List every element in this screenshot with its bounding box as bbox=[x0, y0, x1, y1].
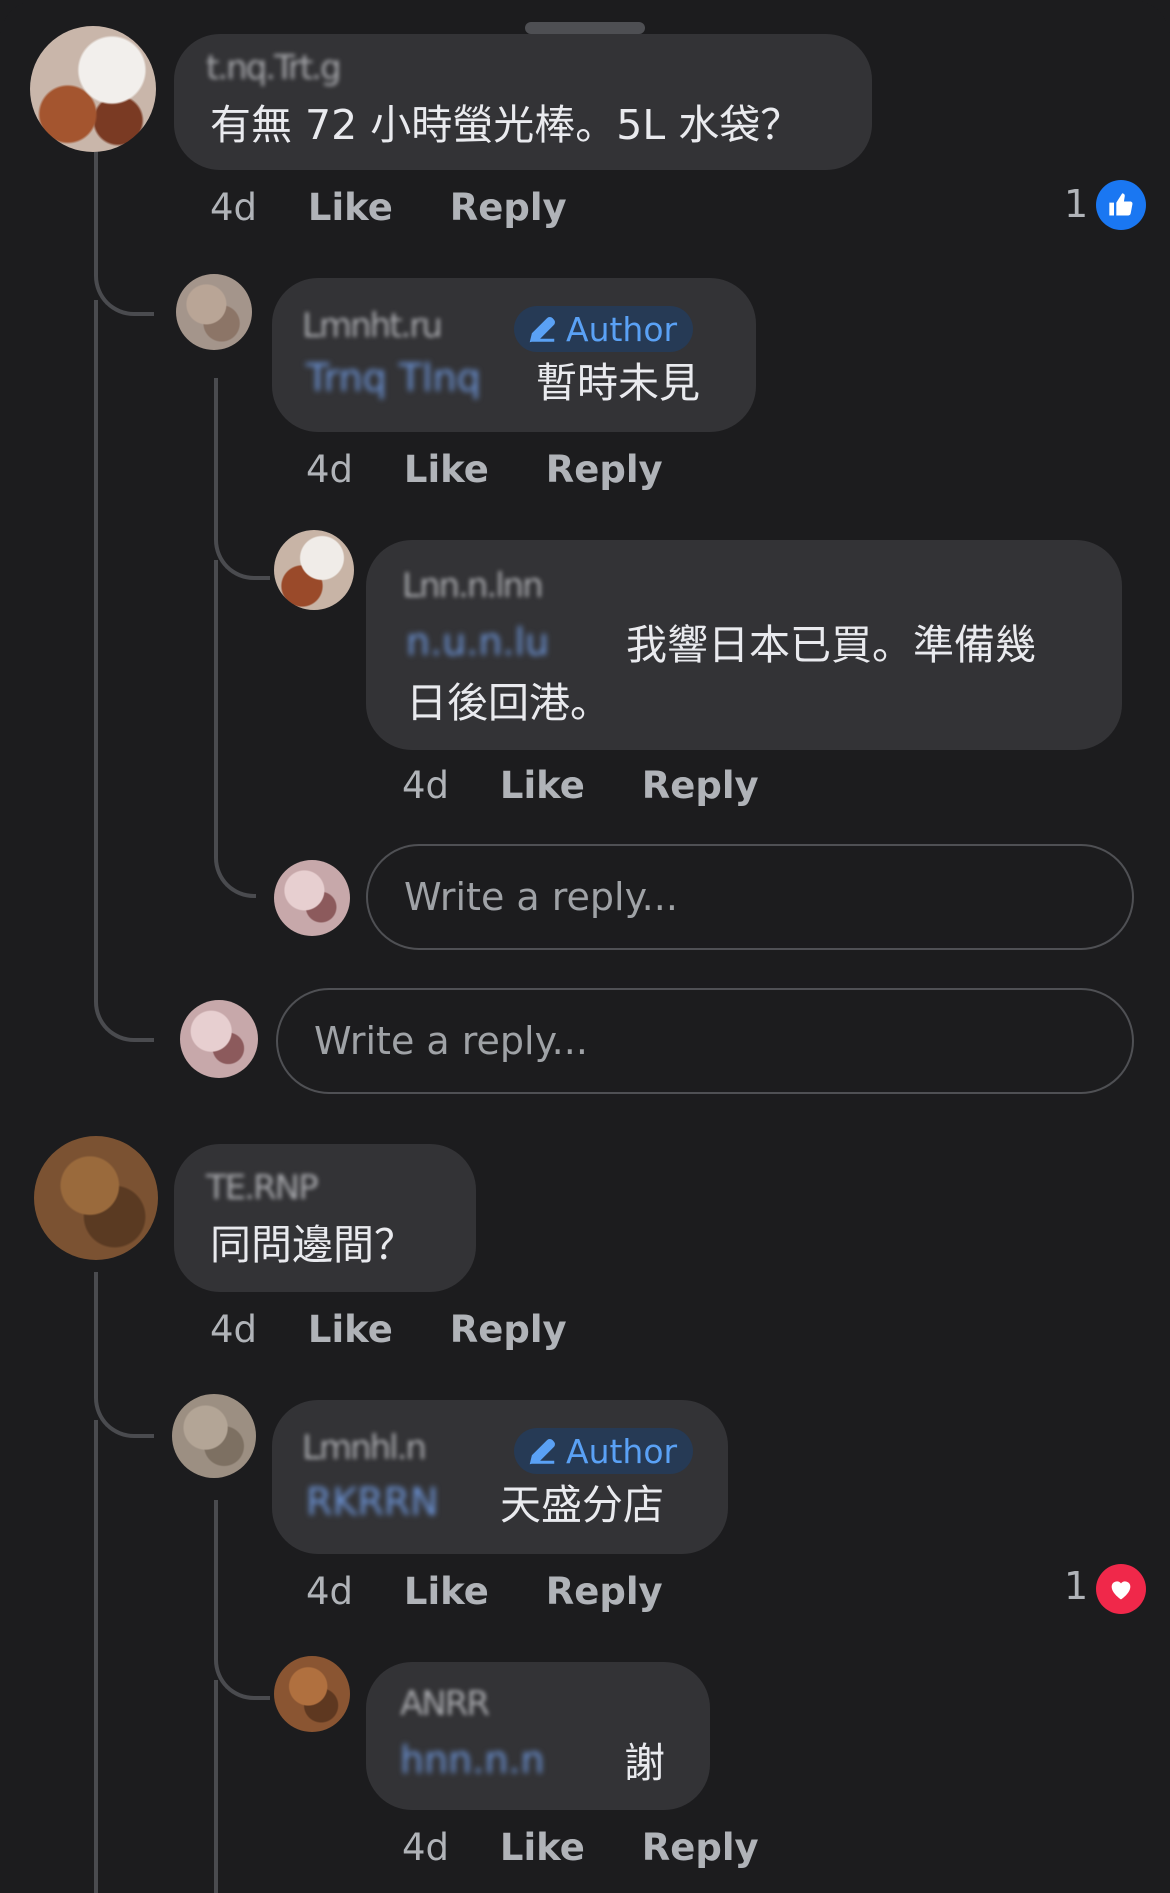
reply-input[interactable]: Write a reply... bbox=[366, 844, 1134, 950]
reply-button[interactable]: Reply bbox=[642, 1826, 759, 1869]
pencil-icon bbox=[529, 1439, 555, 1465]
thread-line bbox=[214, 378, 270, 580]
love-reaction-icon[interactable] bbox=[1096, 1564, 1146, 1614]
reply-button[interactable]: Reply bbox=[642, 764, 759, 807]
mention-tag[interactable]: n.u.n.lu bbox=[406, 620, 549, 664]
reply-text: 暫時未見 bbox=[536, 359, 700, 407]
mention-tag[interactable]: RKRRN bbox=[306, 1480, 439, 1524]
reply-button[interactable]: Reply bbox=[546, 1570, 663, 1613]
reaction-count[interactable]: 1 bbox=[1064, 182, 1088, 226]
author-badge-label: Author bbox=[566, 1431, 678, 1471]
reply-button[interactable]: Reply bbox=[450, 1308, 567, 1351]
reply-input-placeholder: Write a reply... bbox=[404, 875, 678, 919]
pencil-icon bbox=[529, 317, 555, 343]
comment-bubble[interactable]: TE.RNP 同問邊間？ bbox=[174, 1144, 476, 1292]
author-name[interactable]: t.nq.Trt.g bbox=[206, 48, 342, 88]
avatar bbox=[274, 860, 350, 936]
like-button[interactable]: Like bbox=[500, 764, 585, 807]
author-badge-label: Author bbox=[566, 309, 678, 349]
avatar bbox=[180, 1000, 258, 1078]
reply-bubble[interactable]: Lmnht.ru Author Trnq Tlnq 暫時未見 bbox=[272, 278, 756, 432]
author-name[interactable]: Lnn.n.lnn bbox=[402, 566, 544, 606]
thread-line bbox=[94, 300, 154, 1042]
reply-bubble[interactable]: Lnn.n.lnn n.u.n.lu 我響日本已買。準備幾 日後回港。 bbox=[366, 540, 1122, 750]
avatar[interactable] bbox=[30, 26, 156, 152]
timestamp: 4d bbox=[402, 764, 450, 807]
author-name[interactable]: ANRR bbox=[400, 1684, 490, 1724]
avatar[interactable] bbox=[172, 1394, 256, 1478]
reply-bubble[interactable]: ANRR hnn.n.n 謝 bbox=[366, 1662, 710, 1810]
comment-actions: 4d Like Reply bbox=[402, 764, 759, 807]
comment-actions: 4d Like Reply bbox=[306, 1570, 663, 1613]
author-badge: Author bbox=[514, 306, 694, 352]
thread-line bbox=[94, 150, 154, 316]
timestamp: 4d bbox=[402, 1826, 450, 1869]
comment-actions: 4d Like Reply bbox=[402, 1826, 759, 1869]
reply-text: 天盛分店 bbox=[500, 1481, 664, 1529]
thread-line bbox=[94, 1420, 98, 1893]
comment-actions: 4d Like Reply bbox=[306, 448, 663, 491]
reply-input[interactable]: Write a reply... bbox=[276, 988, 1134, 1094]
mention-tag[interactable]: hnn.n.n bbox=[400, 1738, 545, 1782]
author-name[interactable]: TE.RNP bbox=[206, 1168, 319, 1208]
author-badge: Author bbox=[514, 1428, 694, 1474]
mention-tag[interactable]: Trnq Tlnq bbox=[306, 356, 481, 400]
avatar[interactable] bbox=[34, 1136, 158, 1260]
reply-text: 謝 bbox=[624, 1739, 665, 1787]
timestamp: 4d bbox=[210, 1308, 258, 1351]
timestamp: 4d bbox=[306, 1570, 354, 1613]
comment-actions: 4d Like Reply bbox=[210, 1308, 567, 1351]
comment-actions: 4d Like Reply bbox=[210, 186, 567, 229]
comment-text: 同問邊間？ bbox=[210, 1221, 415, 1269]
reply-text: 日後回港。 bbox=[406, 679, 611, 727]
thread-line bbox=[214, 1680, 218, 1893]
comment-bubble[interactable]: t.nq.Trt.g 有無 72 小時螢光棒。5L 水袋？ bbox=[174, 34, 872, 170]
avatar[interactable] bbox=[176, 274, 252, 350]
author-name[interactable]: Lmnhl.n bbox=[302, 1428, 427, 1468]
comments-sheet: t.nq.Trt.g 有無 72 小時螢光棒。5L 水袋？ 4d Like Re… bbox=[0, 0, 1170, 1893]
reply-bubble[interactable]: Lmnhl.n Author RKRRN 天盛分店 bbox=[272, 1400, 728, 1554]
thread-line bbox=[94, 1272, 154, 1438]
like-button[interactable]: Like bbox=[308, 1308, 393, 1351]
like-button[interactable]: Like bbox=[308, 186, 393, 229]
reply-button[interactable]: Reply bbox=[450, 186, 567, 229]
reply-input-placeholder: Write a reply... bbox=[314, 1019, 588, 1063]
reply-button[interactable]: Reply bbox=[546, 448, 663, 491]
like-button[interactable]: Like bbox=[404, 1570, 489, 1613]
thread-line bbox=[214, 1500, 270, 1700]
like-button[interactable]: Like bbox=[500, 1826, 585, 1869]
avatar[interactable] bbox=[274, 1656, 350, 1732]
reply-text: 我響日本已買。準備幾 bbox=[626, 621, 1036, 669]
comment-text: 有無 72 小時螢光棒。5L 水袋？ bbox=[210, 101, 802, 149]
timestamp: 4d bbox=[210, 186, 258, 229]
author-name[interactable]: Lmnht.ru bbox=[302, 306, 443, 346]
thread-line bbox=[214, 560, 256, 898]
timestamp: 4d bbox=[306, 448, 354, 491]
drag-handle[interactable] bbox=[525, 22, 645, 34]
like-reaction-icon[interactable] bbox=[1096, 180, 1146, 230]
like-button[interactable]: Like bbox=[404, 448, 489, 491]
avatar[interactable] bbox=[274, 530, 354, 610]
reaction-count[interactable]: 1 bbox=[1064, 1564, 1088, 1608]
